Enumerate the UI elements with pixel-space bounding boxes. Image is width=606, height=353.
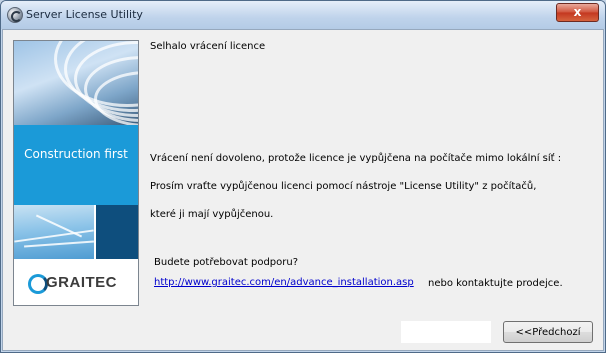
back-button[interactable]: <<Předchozí (503, 321, 593, 343)
close-button[interactable]: x (556, 3, 599, 22)
error-headline: Selhalo vrácení licence (150, 41, 266, 52)
contact-text: nebo kontaktujte prodejce. (428, 278, 563, 289)
tagline: Construction first (24, 147, 128, 161)
building-photo (14, 41, 138, 125)
navy-block (96, 205, 138, 259)
support-link[interactable]: http://www.graitec.com/en/advance_instal… (154, 277, 414, 288)
brand-sidebar: Construction first GRAITEC (13, 40, 139, 306)
error-message: Vrácení není dovoleno, protože licence j… (150, 138, 561, 236)
tagline-band: Construction first (14, 125, 138, 205)
title-bar[interactable]: Server License Utility x (1, 1, 605, 29)
graitec-g-icon (28, 274, 48, 294)
bridge-photo (14, 205, 94, 259)
message-line: Prosím vraťte vypůjčenou licenci pomocí … (150, 181, 537, 192)
window-title: Server License Utility (26, 8, 143, 21)
app-logo-icon (7, 7, 23, 23)
graitec-logo: GRAITEC (14, 261, 138, 305)
logo-text: GRAITEC (46, 274, 117, 291)
support-question: Budete potřebovat podporu? (154, 257, 299, 268)
message-line: Vrácení není dovoleno, protože licence j… (150, 153, 562, 164)
dialog-window: Server License Utility x Construction fi… (0, 0, 606, 353)
dialog-content: Construction first GRAITEC Selhalo vráce… (2, 29, 604, 351)
blank-button-slot (401, 321, 491, 343)
message-line: které ji mají vypůjčenou. (150, 209, 274, 220)
